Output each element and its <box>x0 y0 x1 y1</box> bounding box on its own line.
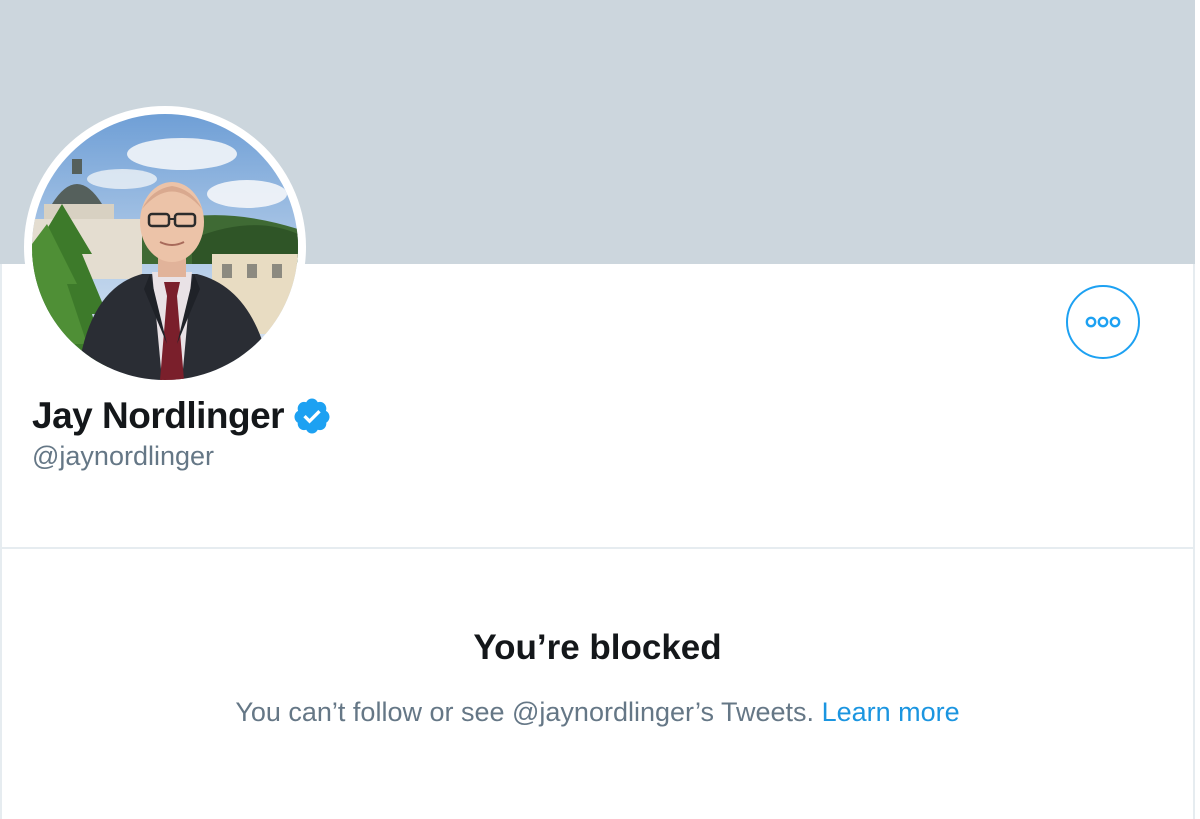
avatar[interactable] <box>32 114 298 380</box>
blocked-message-row: You can’t follow or see @jaynordlinger’s… <box>0 697 1195 728</box>
profile-page: Jay Nordlinger @jaynordlinger You’re blo… <box>0 0 1200 819</box>
more-options-button[interactable] <box>1066 285 1140 359</box>
avatar-photo <box>32 114 298 380</box>
blocked-message: You can’t follow or see @jaynordlinger’s… <box>235 697 822 727</box>
learn-more-link[interactable]: Learn more <box>822 697 960 727</box>
verified-badge-icon <box>294 398 330 434</box>
section-divider <box>0 547 1195 549</box>
profile-handle: @jaynordlinger <box>32 441 214 471</box>
blocked-title: You’re blocked <box>473 628 722 667</box>
more-horizontal-icon <box>1085 316 1121 328</box>
avatar-ring <box>24 106 306 388</box>
profile-name-row: Jay Nordlinger <box>32 392 332 440</box>
display-name: Jay Nordlinger <box>32 395 285 436</box>
